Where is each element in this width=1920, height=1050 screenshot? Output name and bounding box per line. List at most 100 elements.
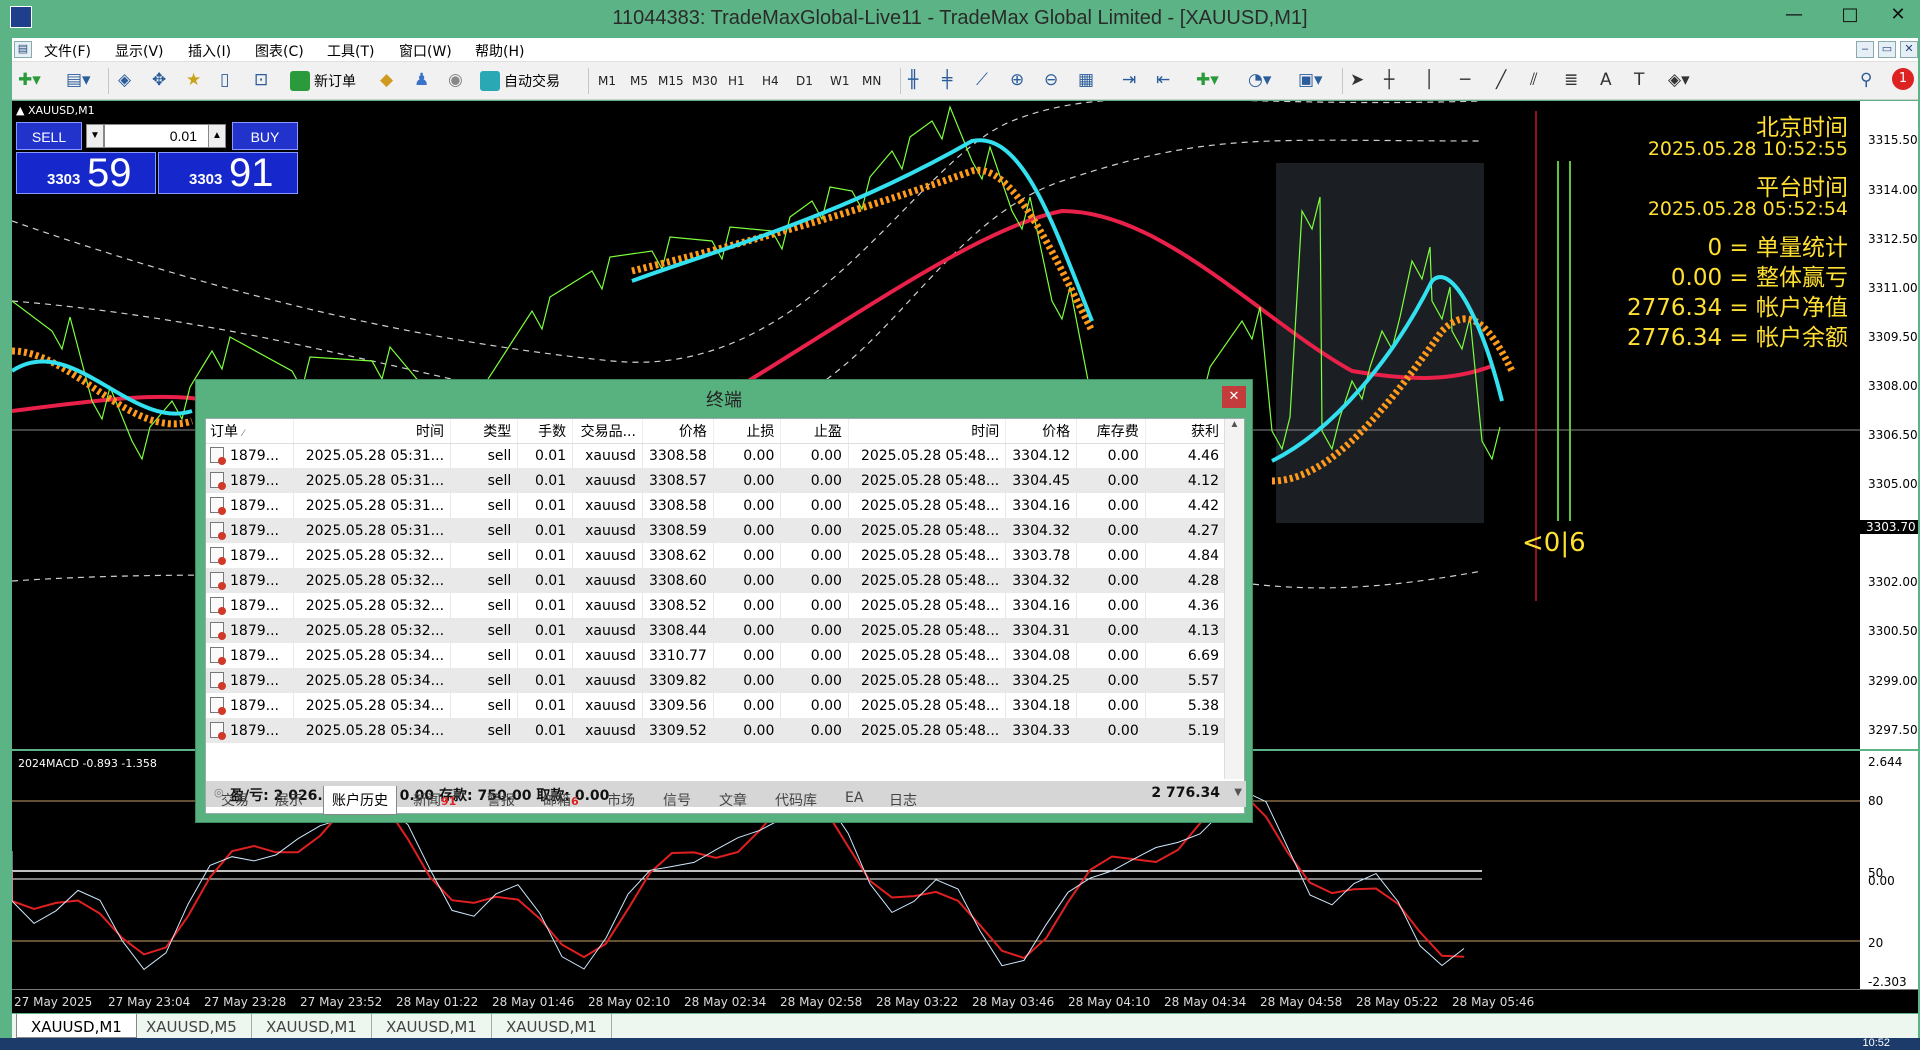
- signals-icon[interactable]: ◉: [448, 70, 463, 90]
- menu-view[interactable]: 显示(V): [115, 41, 164, 61]
- terminal-close-button[interactable]: ✕: [1222, 386, 1246, 408]
- new-order-button[interactable]: 新订单: [290, 69, 356, 93]
- menu-chart[interactable]: 图表(C): [255, 41, 304, 61]
- menu-help[interactable]: 帮助(H): [475, 41, 524, 61]
- trendline-icon[interactable]: ╱: [1496, 70, 1506, 90]
- timeframe-m1[interactable]: M1: [598, 74, 616, 88]
- terminal-icon[interactable]: ▯: [220, 70, 229, 90]
- close-button[interactable]: ✕: [1880, 0, 1916, 30]
- auto-trading-button[interactable]: 自动交易: [480, 69, 560, 93]
- timeframe-h1[interactable]: H1: [728, 74, 745, 88]
- minimize-button[interactable]: —: [1776, 0, 1812, 30]
- table-row[interactable]: 1879... 2025.05.28 05:34... sell 0.01 xauusd…: [206, 693, 1227, 718]
- sell-price-box[interactable]: 3303 59: [16, 151, 156, 195]
- col-symbol[interactable]: 交易品...: [572, 419, 643, 444]
- mdi-minimize-button[interactable]: –: [1856, 41, 1874, 58]
- strategy-tester-icon[interactable]: ⊡: [254, 70, 268, 90]
- crosshair-icon[interactable]: ┼: [1384, 70, 1394, 90]
- timeframe-mn[interactable]: MN: [862, 74, 881, 88]
- chart-tab[interactable]: XAUUSD,M1: [16, 1014, 137, 1038]
- col-profit[interactable]: 获利: [1145, 419, 1227, 444]
- search-icon[interactable]: ⚲: [1860, 70, 1872, 90]
- vertical-line-icon[interactable]: │: [1424, 70, 1434, 90]
- table-row[interactable]: 1879... 2025.05.28 05:32... sell 0.01 xauusd…: [206, 593, 1227, 618]
- col-lots[interactable]: 手数: [517, 419, 574, 444]
- indicators-icon[interactable]: ✚▾: [1196, 70, 1219, 90]
- navigator-icon[interactable]: ★: [186, 70, 201, 90]
- timeframe-m30[interactable]: M30: [692, 74, 718, 88]
- data-window-icon[interactable]: ✥: [152, 70, 166, 90]
- col-open-time[interactable]: 时间: [293, 419, 452, 444]
- menu-insert[interactable]: 插入(I): [188, 41, 231, 61]
- tab-trade[interactable]: 交易: [221, 790, 249, 810]
- lot-input[interactable]: 0.01: [104, 124, 224, 148]
- line-chart-icon[interactable]: ⟋: [976, 70, 988, 90]
- chart-shift-icon[interactable]: ⇤: [1156, 70, 1170, 90]
- text-label-icon[interactable]: T: [1634, 70, 1644, 90]
- fibonacci-icon[interactable]: ≣: [1564, 70, 1578, 90]
- bar-chart-icon[interactable]: ╫: [908, 70, 918, 90]
- tab-signals[interactable]: 信号: [663, 790, 691, 810]
- notification-badge[interactable]: 1: [1892, 68, 1914, 90]
- terminal-scrollbar[interactable]: ▲: [1224, 419, 1244, 779]
- tile-windows-icon[interactable]: ▦: [1078, 70, 1094, 90]
- tab-market[interactable]: 市场: [607, 790, 635, 810]
- col-open-price[interactable]: 价格: [642, 419, 714, 444]
- tab-articles[interactable]: 文章: [719, 790, 747, 810]
- market-watch-icon[interactable]: ◈: [118, 70, 131, 90]
- cursor-icon[interactable]: ➤: [1350, 70, 1364, 90]
- autoscroll-icon[interactable]: ⇥: [1122, 70, 1136, 90]
- mdi-restore-button[interactable]: ▭: [1878, 41, 1896, 58]
- chart-tab[interactable]: XAUUSD,M1: [372, 1014, 492, 1038]
- profiles-icon[interactable]: ▤▾: [66, 70, 91, 90]
- tab-ea[interactable]: EA: [845, 790, 863, 806]
- mdi-close-button[interactable]: ✕: [1900, 41, 1918, 58]
- tab-account-history[interactable]: 账户历史: [323, 786, 397, 815]
- timeframe-w1[interactable]: W1: [830, 74, 850, 88]
- chart-tab[interactable]: XAUUSD,M1: [492, 1014, 612, 1038]
- horizontal-line-icon[interactable]: ─: [1460, 70, 1470, 90]
- timeframe-m15[interactable]: M15: [658, 74, 684, 88]
- zoom-out-icon[interactable]: ⊖: [1044, 70, 1058, 90]
- table-row[interactable]: 1879... 2025.05.28 05:31... sell 0.01 xauusd…: [206, 518, 1227, 543]
- table-row[interactable]: 1879... 2025.05.28 05:31... sell 0.01 xauusd…: [206, 468, 1227, 493]
- maximize-button[interactable]: □: [1832, 0, 1868, 30]
- menu-window[interactable]: 窗口(W): [399, 41, 452, 61]
- templates-icon[interactable]: ▣▾: [1298, 70, 1323, 90]
- timeframe-m5[interactable]: M5: [630, 74, 648, 88]
- table-row[interactable]: 1879... 2025.05.28 05:34... sell 0.01 xauusd…: [206, 643, 1227, 668]
- table-row[interactable]: 1879... 2025.05.28 05:31... sell 0.01 xauusd…: [206, 493, 1227, 518]
- shapes-icon[interactable]: ◈▾: [1668, 70, 1690, 90]
- table-row[interactable]: 1879... 2025.05.28 05:34... sell 0.01 xauusd…: [206, 668, 1227, 693]
- channel-icon[interactable]: ⫽: [1530, 70, 1538, 90]
- table-row[interactable]: 1879... 2025.05.28 05:32... sell 0.01 xauusd…: [206, 618, 1227, 643]
- buy-button[interactable]: BUY: [232, 122, 298, 150]
- menu-file[interactable]: 文件(F): [44, 41, 91, 61]
- table-row[interactable]: 1879... 2025.05.28 05:32... sell 0.01 xauusd…: [206, 543, 1227, 568]
- candlestick-icon[interactable]: ╪: [942, 70, 952, 90]
- timeframe-d1[interactable]: D1: [796, 74, 813, 88]
- market-icon[interactable]: ♟: [414, 70, 429, 90]
- sell-button[interactable]: SELL: [16, 122, 82, 150]
- text-icon[interactable]: A: [1600, 70, 1612, 90]
- col-type[interactable]: 类型: [450, 419, 519, 444]
- chart-tab[interactable]: XAUUSD,M1: [252, 1014, 372, 1038]
- col-swap[interactable]: 库存费: [1076, 419, 1146, 444]
- lot-increase-button[interactable]: ▲: [208, 124, 226, 148]
- tab-mailbox[interactable]: 邮箱6: [543, 790, 579, 810]
- table-row[interactable]: 1879... 2025.05.28 05:31... sell 0.01 xauusd…: [206, 443, 1227, 468]
- tab-news[interactable]: 新闻91: [413, 790, 456, 810]
- lot-decrease-button[interactable]: ▼: [86, 124, 104, 148]
- col-sl[interactable]: 止损: [713, 419, 782, 444]
- table-row[interactable]: 1879... 2025.05.28 05:32... sell 0.01 xauusd…: [206, 568, 1227, 593]
- tab-exposure[interactable]: 展示: [275, 790, 303, 810]
- tab-journal[interactable]: 日志: [889, 790, 917, 810]
- periods-icon[interactable]: ◔▾: [1248, 70, 1271, 90]
- buy-price-box[interactable]: 3303 91: [158, 151, 298, 195]
- tab-code-base[interactable]: 代码库: [775, 790, 817, 810]
- col-tp[interactable]: 止盈: [780, 419, 849, 444]
- col-order[interactable]: 订单 ⁄: [206, 419, 294, 444]
- table-row[interactable]: 1879... 2025.05.28 05:34... sell 0.01 xauusd…: [206, 718, 1227, 743]
- new-chart-icon[interactable]: ✚▾: [18, 70, 41, 90]
- col-close-price[interactable]: 价格: [1005, 419, 1078, 444]
